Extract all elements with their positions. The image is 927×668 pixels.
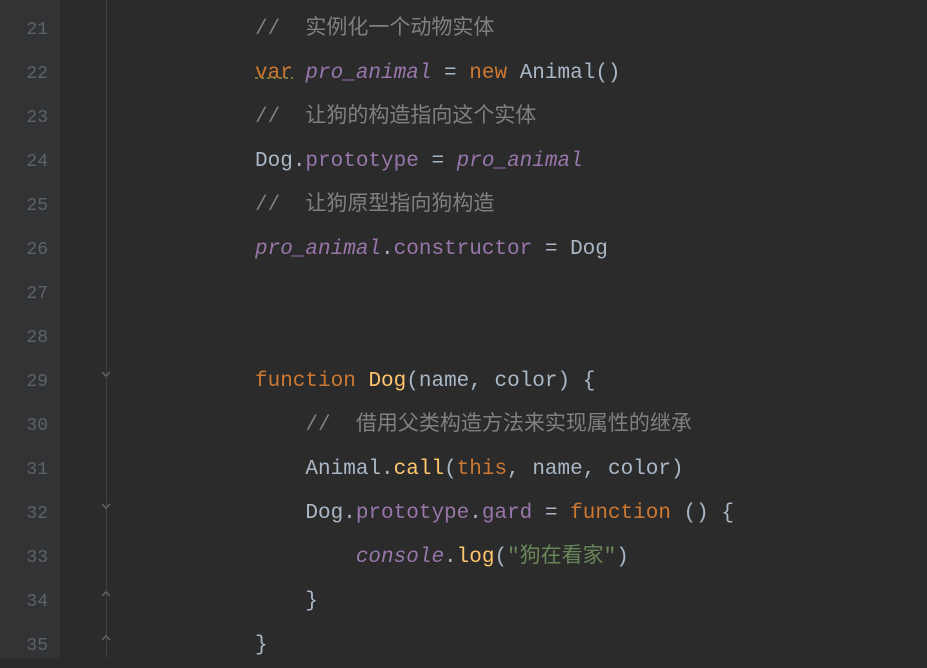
line-number: 27: [0, 272, 48, 316]
line-number: 32: [0, 492, 48, 536]
code-line[interactable]: // 实例化一个动物实体: [255, 8, 927, 52]
parameter: color: [495, 370, 558, 393]
console-object: console: [356, 546, 444, 569]
code-line[interactable]: pro_animal.constructor = Dog: [255, 228, 927, 272]
brace: {: [721, 502, 734, 525]
line-number-gutter: 21 22 23 24 25 26 27 28 29 30 31 32 33 3…: [0, 0, 60, 658]
method-name: log: [457, 546, 495, 569]
code-editor[interactable]: 21 22 23 24 25 26 27 28 29 30 31 32 33 3…: [0, 0, 927, 658]
identifier: Dog: [305, 502, 343, 525]
code-line[interactable]: function Dog(name, color) {: [255, 360, 927, 404]
line-number: 34: [0, 580, 48, 624]
identifier: Animal: [305, 458, 381, 481]
method-name: call: [394, 458, 444, 481]
function-keyword: function: [255, 370, 356, 393]
string-literal: "狗在看家": [507, 546, 616, 569]
property: prototype: [356, 502, 469, 525]
comment-text: // 实例化一个动物实体: [255, 18, 494, 41]
line-number: 30: [0, 404, 48, 448]
identifier: Dog: [570, 238, 608, 261]
code-content[interactable]: // 实例化一个动物实体 var pro_animal = new Animal…: [115, 0, 927, 658]
line-number: 23: [0, 96, 48, 140]
fold-end-icon[interactable]: [100, 632, 112, 644]
fold-vertical-line: [106, 0, 107, 658]
code-line[interactable]: }: [255, 580, 927, 624]
property: gard: [482, 502, 532, 525]
identifier: Dog: [255, 150, 293, 173]
this-keyword: this: [457, 458, 507, 481]
fold-toggle-icon[interactable]: [100, 500, 112, 512]
parameter: name: [419, 370, 469, 393]
function-keyword: function: [570, 502, 671, 525]
variable-name: pro_animal: [305, 62, 431, 85]
function-name: Dog: [368, 370, 406, 393]
code-line[interactable]: // 借用父类构造方法来实现属性的继承: [255, 404, 927, 448]
line-number: 21: [0, 8, 48, 52]
fold-end-icon[interactable]: [100, 588, 112, 600]
code-line[interactable]: Dog.prototype.gard = function () {: [255, 492, 927, 536]
property: constructor: [394, 238, 533, 261]
fold-toggle-icon[interactable]: [100, 368, 112, 380]
code-line[interactable]: Dog.prototype = pro_animal: [255, 140, 927, 184]
code-line-empty[interactable]: [255, 316, 927, 360]
code-line[interactable]: var pro_animal = new Animal(): [255, 52, 927, 96]
line-number: 25: [0, 184, 48, 228]
class-name: Animal: [520, 62, 596, 85]
comment-text: // 借用父类构造方法来实现属性的继承: [305, 414, 691, 437]
variable-name: pro_animal: [255, 238, 381, 261]
code-line[interactable]: // 让狗原型指向狗构造: [255, 184, 927, 228]
code-line[interactable]: // 让狗的构造指向这个实体: [255, 96, 927, 140]
var-keyword: var: [255, 62, 293, 85]
code-line[interactable]: console.log("狗在看家"): [255, 536, 927, 580]
code-line[interactable]: }: [255, 624, 927, 668]
line-number: 31: [0, 448, 48, 492]
argument: color: [608, 458, 671, 481]
brace: }: [255, 634, 268, 657]
line-number: 33: [0, 536, 48, 580]
code-line-empty[interactable]: [255, 272, 927, 316]
comment-text: // 让狗的构造指向这个实体: [255, 106, 536, 129]
line-number: 29: [0, 360, 48, 404]
new-keyword: new: [469, 62, 507, 85]
comment-text: // 让狗原型指向狗构造: [255, 194, 494, 217]
line-number: 26: [0, 228, 48, 272]
fold-column: [60, 0, 115, 658]
operator: =: [431, 62, 469, 85]
brace: }: [305, 590, 318, 613]
line-number: 22: [0, 52, 48, 96]
parentheses: (): [595, 62, 620, 85]
variable-name: pro_animal: [457, 150, 583, 173]
code-line[interactable]: Animal.call(this, name, color): [255, 448, 927, 492]
property: prototype: [305, 150, 418, 173]
line-number: 24: [0, 140, 48, 184]
brace: {: [583, 370, 596, 393]
line-number: 35: [0, 624, 48, 668]
argument: name: [532, 458, 582, 481]
line-number: 28: [0, 316, 48, 360]
